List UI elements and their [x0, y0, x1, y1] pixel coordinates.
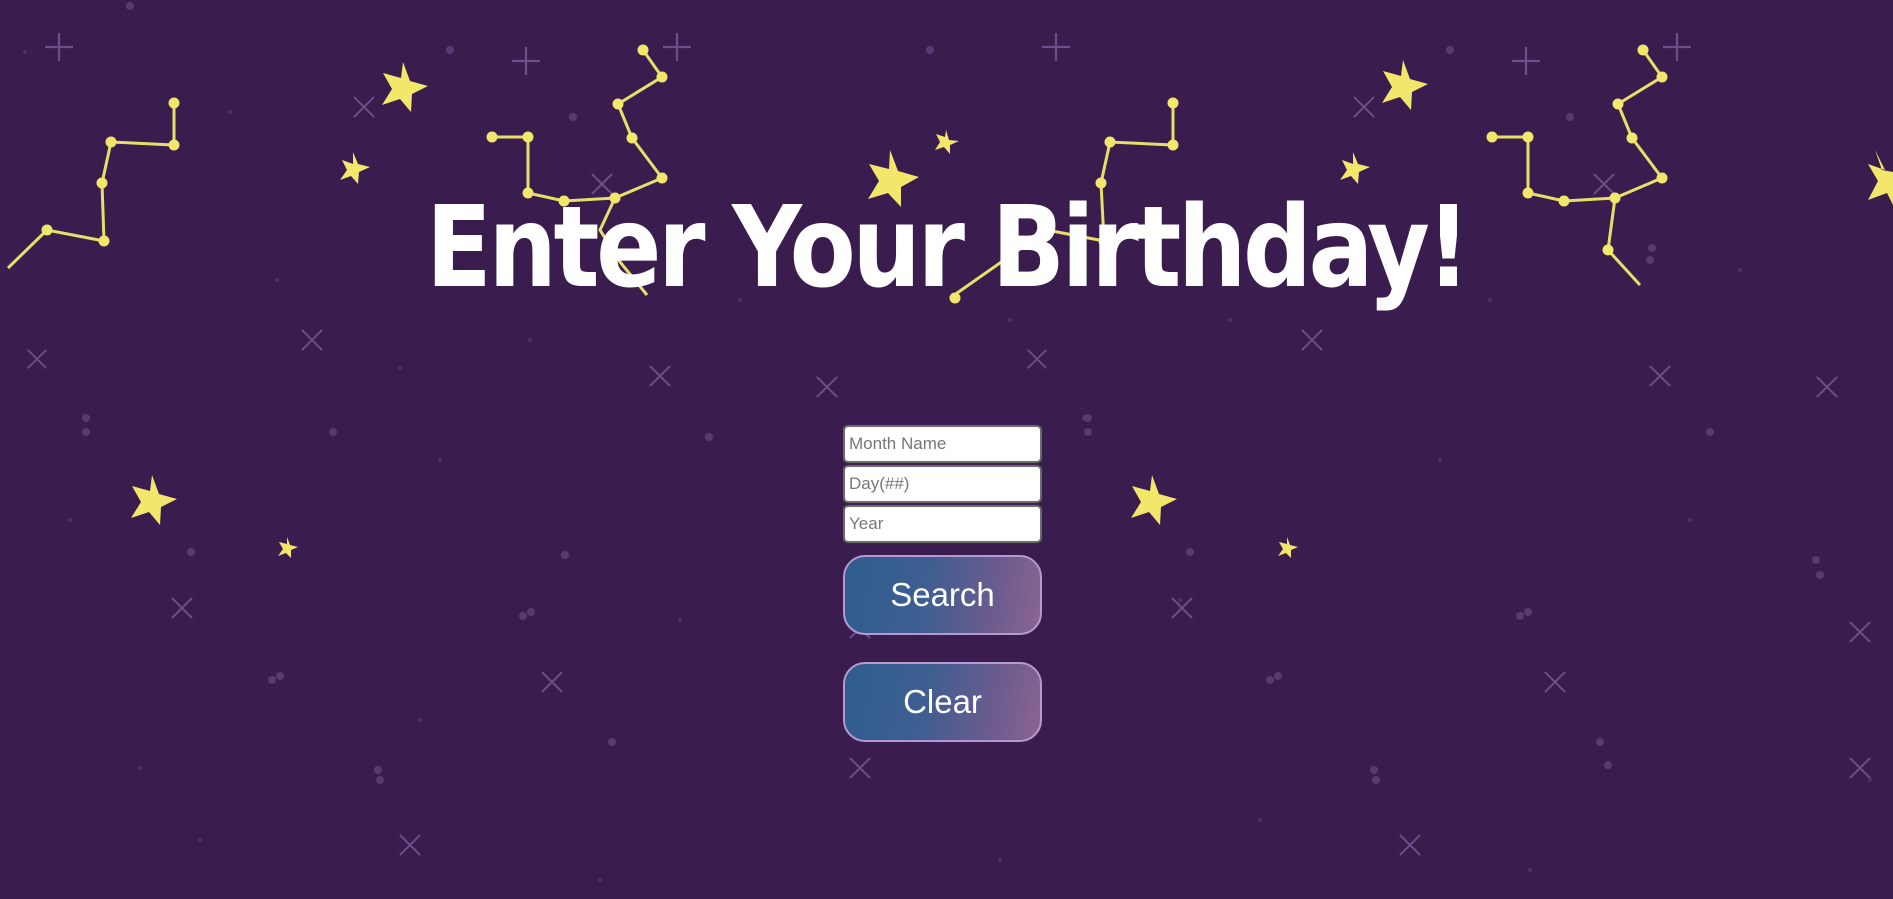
birthday-form: Search Clear: [843, 425, 1043, 742]
day-input[interactable]: [843, 465, 1042, 503]
clear-button[interactable]: Clear: [843, 662, 1042, 742]
month-name-input[interactable]: [843, 425, 1042, 463]
search-button[interactable]: Search: [843, 555, 1042, 635]
page-title: Enter Your Birthday!: [426, 183, 1470, 313]
year-input[interactable]: [843, 505, 1042, 543]
page-background: Enter Your Birthday! Search Clear: [0, 0, 1893, 899]
